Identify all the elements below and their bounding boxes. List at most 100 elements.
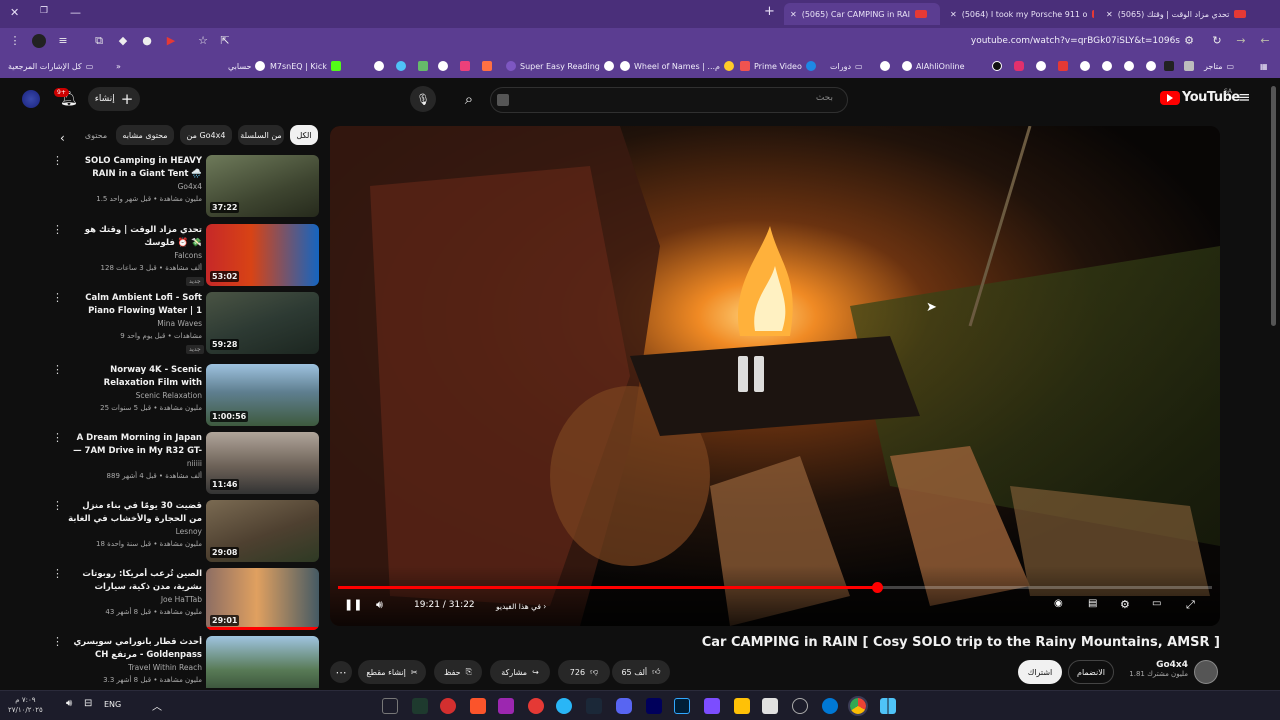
bookmark-globe-icon[interactable] — [438, 58, 448, 74]
voice-search-button[interactable]: 🎙︎ — [410, 86, 436, 112]
bookmark-prime-video[interactable]: Prime Video — [740, 58, 816, 74]
recommended-video[interactable]: ⋮ Calm Ambient Lofi - Soft Piano Flowing… — [50, 292, 320, 356]
tab-porsche[interactable]: ✕ (5064) I took my Porsche 911 o — [944, 3, 1094, 25]
new-tab-icon[interactable]: + — [764, 4, 775, 19]
site-settings-icon[interactable]: ⚙ — [1182, 34, 1196, 48]
recommended-video[interactable]: ⋮ تحدي مزاد الوقت | وقتك هو فلوسك ⏰ 💸 Fa… — [50, 224, 320, 288]
bookmark-globe-icon[interactable] — [1102, 58, 1112, 74]
bookmark-globe-icon[interactable] — [374, 58, 384, 74]
bookmark-app-icon[interactable] — [1184, 58, 1194, 74]
video-thumbnail[interactable]: 1:00:56 — [206, 364, 319, 426]
video-player[interactable]: ➤ ❚❚ 🔊︎ 19:21 / 31:22 في هذا الفيديو › ◉… — [330, 126, 1220, 626]
bookmark-courses[interactable]: دورات ▭ — [830, 58, 863, 74]
edge-icon[interactable] — [822, 698, 838, 714]
join-button[interactable]: الانضمام — [1068, 660, 1114, 684]
chip-from-channel[interactable]: من Go4x4 — [180, 125, 232, 145]
bookmark-alahli[interactable]: AlAhliOnline — [902, 58, 965, 74]
back-icon[interactable]: ← — [1258, 34, 1272, 48]
tab-search-icon[interactable]: ≡ — [56, 34, 70, 48]
network-icon[interactable]: ⊟ — [84, 698, 92, 709]
discord-icon[interactable] — [616, 698, 632, 714]
bookmark-tiktok-icon[interactable] — [992, 58, 1002, 74]
subtitles-icon[interactable]: ▤ — [1088, 598, 1097, 609]
more-options-icon[interactable]: ⋮ — [52, 636, 63, 648]
autoplay-toggle-icon[interactable]: ◉ — [1054, 598, 1063, 609]
bookmark-app-icon[interactable] — [396, 58, 406, 74]
more-options-icon[interactable]: ⋮ — [52, 224, 63, 236]
youtube-logo-icon[interactable] — [1160, 91, 1180, 105]
clip-button[interactable]: إنشاء مقطع ✂ — [358, 660, 426, 684]
more-bookmarks-icon[interactable]: » — [116, 58, 121, 74]
search-input[interactable]: بحث — [490, 87, 848, 113]
recommended-video[interactable]: ⋮ A Dream Morning in Japan — 7AM Drive i… — [50, 432, 320, 496]
bookmark-globe-icon[interactable] — [1036, 58, 1046, 74]
page-scrollbar[interactable] — [1271, 86, 1276, 326]
share-button[interactable]: مشاركة ↪ — [490, 660, 550, 684]
recommended-video[interactable]: ⋮ قضيت 30 يومًا في بناء منزل من الحجارة … — [50, 500, 320, 564]
file-explorer-icon[interactable] — [734, 698, 750, 714]
volume-icon[interactable]: 🔊︎ — [376, 598, 383, 612]
bookmark-kick[interactable]: M7snEQ | Kick — [270, 58, 341, 74]
bookmark-globe-icon[interactable] — [1146, 58, 1156, 74]
close-window-icon[interactable]: ✕ — [10, 6, 19, 19]
bookmark-wheel-of-names[interactable]: Wheel of Names | ...م — [620, 58, 734, 74]
bookmark-stores[interactable]: متاجر ▭ — [1204, 58, 1234, 74]
menu-dots-icon[interactable]: ⋮ — [8, 34, 22, 48]
address-bar-url[interactable]: youtube.com/watch?v=qrBGk07iSLY&t=1096s — [760, 32, 1180, 50]
more-options-icon[interactable]: ⋮ — [52, 432, 63, 444]
restore-window-icon[interactable]: ❐ — [40, 6, 48, 16]
more-options-icon[interactable]: ⋮ — [52, 568, 63, 580]
more-options-icon[interactable]: ⋮ — [52, 500, 63, 512]
bookmark-globe-icon[interactable] — [880, 58, 890, 74]
theater-mode-icon[interactable]: ▭ — [1152, 598, 1161, 609]
recommended-video[interactable]: ⋮ SOLO Camping in HEAVY RAIN in a Giant … — [50, 155, 320, 219]
pause-overlay-icon[interactable] — [734, 354, 768, 394]
bookmark-app-icon[interactable] — [1164, 58, 1174, 74]
premiere-icon[interactable] — [646, 698, 662, 714]
close-tab-icon[interactable]: ✕ — [950, 10, 957, 19]
channel-avatar[interactable] — [1194, 660, 1218, 684]
forward-icon[interactable]: → — [1234, 34, 1248, 48]
subscribe-button[interactable]: اشتراك — [1018, 660, 1062, 684]
tab-time-auction[interactable]: ✕ (5065) تحدي مزاد الوقت | وقتك — [1100, 3, 1255, 25]
video-thumbnail[interactable] — [206, 636, 319, 688]
minimize-window-icon[interactable]: — — [70, 6, 81, 19]
search-icon[interactable]: ⌕ — [458, 88, 480, 110]
video-thumbnail[interactable]: 11:46 — [206, 432, 319, 494]
terminal-icon[interactable] — [412, 698, 428, 714]
bookmark-globe-icon[interactable] — [1080, 58, 1090, 74]
fullscreen-icon[interactable]: ⤢ — [1186, 598, 1195, 612]
dislike-button[interactable]: 726 👎︎ — [558, 660, 610, 684]
reload-icon[interactable]: ↻ — [1210, 34, 1224, 48]
extension-icon[interactable]: ● — [140, 34, 154, 48]
chevron-left-icon[interactable]: ‹ — [60, 131, 65, 145]
bookmark-super-easy-reading[interactable]: Super Easy Reading — [506, 58, 614, 74]
account-avatar[interactable] — [22, 90, 40, 108]
bookmark-youtube-icon[interactable] — [1058, 58, 1068, 74]
like-button[interactable]: 65 ألف 👍︎ — [612, 660, 670, 684]
brave-icon[interactable] — [470, 698, 486, 714]
bookmark-globe-icon[interactable] — [1124, 58, 1134, 74]
bookmark-app-icon[interactable] — [482, 58, 492, 74]
video-thumbnail[interactable]: 29:01 — [206, 568, 319, 630]
profile-avatar[interactable] — [32, 34, 46, 48]
bookmark-my-account[interactable]: حسابي — [228, 58, 266, 74]
clock[interactable]: ٧:٠٩ م ٢٧/١٠/٢٠٢٥ — [8, 695, 43, 715]
video-thumbnail[interactable]: 29:08 — [206, 500, 319, 562]
share-page-icon[interactable]: ⇱ — [218, 34, 232, 48]
chrome-icon[interactable] — [848, 696, 868, 716]
more-options-icon[interactable]: ⋮ — [52, 364, 63, 376]
app-icon[interactable] — [498, 698, 514, 714]
app-icon[interactable] — [704, 698, 720, 714]
app-icon[interactable] — [528, 698, 544, 714]
all-bookmarks[interactable]: كل الإشارات المرجعية ▭ — [8, 58, 93, 74]
close-tab-icon[interactable]: ✕ — [1106, 10, 1113, 19]
chip-content[interactable]: محتوى — [84, 125, 108, 145]
video-thumbnail[interactable]: 59:28 — [206, 292, 319, 354]
create-button[interactable]: إنشاء + — [88, 87, 140, 111]
extension-diamond-icon[interactable]: ◆ — [116, 34, 130, 48]
bookmark-star-icon[interactable]: ☆ — [196, 34, 210, 48]
more-options-icon[interactable]: ⋮ — [52, 292, 63, 304]
recommended-video[interactable]: ⋮ الصين تُرعب أمريكا: روبوتات بشرية، مدن… — [50, 568, 320, 632]
chapter-button[interactable]: في هذا الفيديو › — [496, 602, 546, 611]
